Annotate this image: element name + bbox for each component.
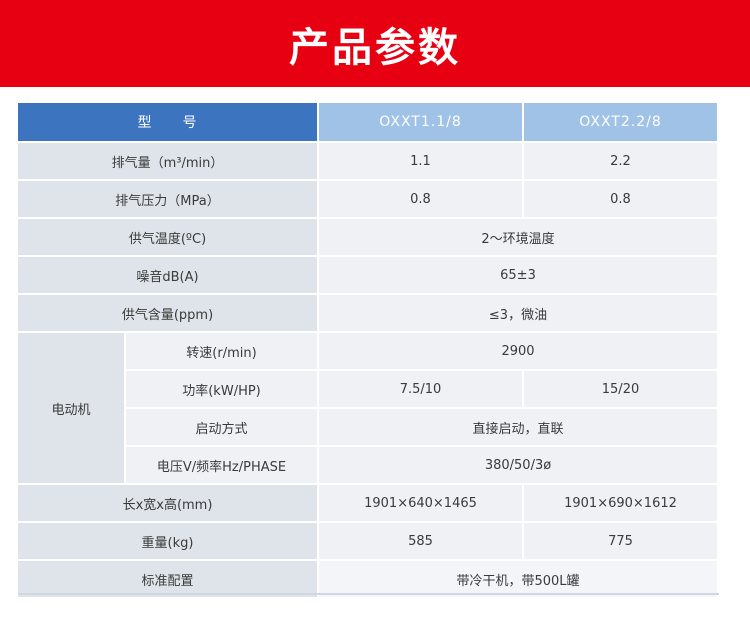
table-row: 重量(kg) 585 775 [18, 523, 719, 561]
spec-table-container: 型 号 OXXT1.1/8 OXXT2.2/8 排气量（m³/min） 1.1 … [18, 103, 719, 599]
exhaust-label: 排气量（m³/min） [18, 143, 319, 181]
voltage-label: 电压V/频率Hz/PHASE [126, 447, 319, 485]
table-row: 长x宽x高(mm) 1901×640×1465 1901×690×1612 [18, 485, 719, 523]
spec-table: 型 号 OXXT1.1/8 OXXT2.2/8 排气量（m³/min） 1.1 … [18, 103, 719, 599]
table-row: 电动机 转速(r/min) 2900 [18, 333, 719, 485]
table-row: 供气含量(ppm) ≤3，微油 [18, 295, 719, 333]
speed-value: 2900 [319, 333, 719, 371]
pressure-label: 排气压力（MPa） [18, 181, 319, 219]
table-row: 噪音dB(A) 65±3 [18, 257, 719, 295]
dimensions-value-1: 1901×640×1465 [319, 485, 524, 523]
weight-value-1: 585 [319, 523, 524, 561]
model-header-label: 型 号 [18, 103, 319, 143]
table-row: 排气量（m³/min） 1.1 2.2 [18, 143, 719, 181]
power-value-1: 7.5/10 [319, 371, 524, 409]
temperature-value: 2～环境温度 [319, 219, 719, 257]
motor-label: 电动机 [18, 333, 126, 485]
voltage-value: 380/50/3ø [319, 447, 719, 485]
weight-label: 重量(kg) [18, 523, 319, 561]
title-banner: 产品参数 [0, 0, 750, 87]
header-row: 型 号 OXXT1.1/8 OXXT2.2/8 [18, 103, 719, 143]
noise-label: 噪音dB(A) [18, 257, 319, 295]
dimensions-value-2: 1901×690×1612 [524, 485, 719, 523]
pressure-value-2: 0.8 [524, 181, 719, 219]
temperature-label: 供气温度(ºC) [18, 219, 319, 257]
start-value: 直接启动，直联 [319, 409, 719, 447]
exhaust-value-2: 2.2 [524, 143, 719, 181]
page-title: 产品参数 [289, 24, 461, 71]
model-header-2: OXXT2.2/8 [524, 103, 719, 143]
table-row: 供气温度(ºC) 2～环境温度 [18, 219, 719, 257]
table-row: 排气压力（MPa） 0.8 0.8 [18, 181, 719, 219]
noise-value: 65±3 [319, 257, 719, 295]
power-value-2: 15/20 [524, 371, 719, 409]
speed-label: 转速(r/min) [126, 333, 319, 371]
dimensions-label: 长x宽x高(mm) [18, 485, 319, 523]
oil-label: 供气含量(ppm) [18, 295, 319, 333]
pressure-value-1: 0.8 [319, 181, 524, 219]
exhaust-value-1: 1.1 [319, 143, 524, 181]
oil-value: ≤3，微油 [319, 295, 719, 333]
model-header-1: OXXT1.1/8 [319, 103, 524, 143]
weight-value-2: 775 [524, 523, 719, 561]
table-bottom-divider [18, 593, 719, 595]
power-label: 功率(kW/HP) [126, 371, 319, 409]
start-label: 启动方式 [126, 409, 319, 447]
